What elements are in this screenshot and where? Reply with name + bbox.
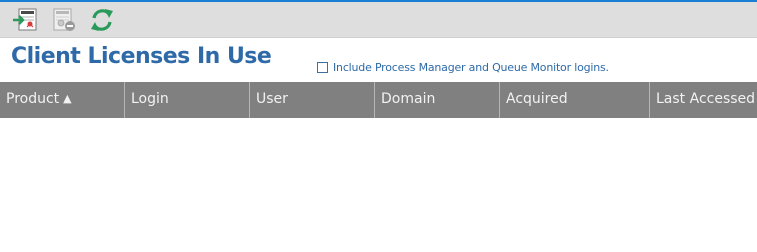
column-header-login[interactable]: Login (125, 82, 250, 118)
refresh-button[interactable] (88, 6, 116, 34)
column-header-product[interactable]: Product ▲ (0, 82, 125, 118)
column-header-label: User (256, 91, 288, 107)
toolbar (0, 2, 757, 38)
column-header-label: Acquired (506, 91, 568, 107)
page-title: Client Licenses In Use (11, 44, 272, 69)
refresh-icon (91, 9, 113, 31)
import-icon (13, 8, 37, 31)
column-header-label: Last Accessed (656, 91, 756, 107)
column-header-last-accessed[interactable]: Last Accessed (650, 82, 757, 118)
column-header-label: Domain (381, 91, 436, 107)
table-header: Product ▲ Login User Domain Acquired Last… (0, 82, 757, 118)
sort-ascending-icon: ▲ (63, 92, 72, 105)
release-license-button[interactable] (50, 6, 78, 34)
include-logins-label[interactable]: Include Process Manager and Queue Monito… (333, 61, 609, 74)
column-header-label: Product (6, 91, 60, 107)
import-license-button[interactable] (11, 6, 39, 34)
column-header-user[interactable]: User (250, 82, 375, 118)
release-license-icon (53, 8, 75, 31)
column-header-label: Login (131, 91, 169, 107)
include-logins-checkbox[interactable] (317, 61, 328, 73)
include-logins-option[interactable]: Include Process Manager and Queue Monito… (317, 60, 609, 74)
column-header-domain[interactable]: Domain (375, 82, 500, 118)
table-body (0, 118, 757, 252)
column-header-acquired[interactable]: Acquired (500, 82, 650, 118)
